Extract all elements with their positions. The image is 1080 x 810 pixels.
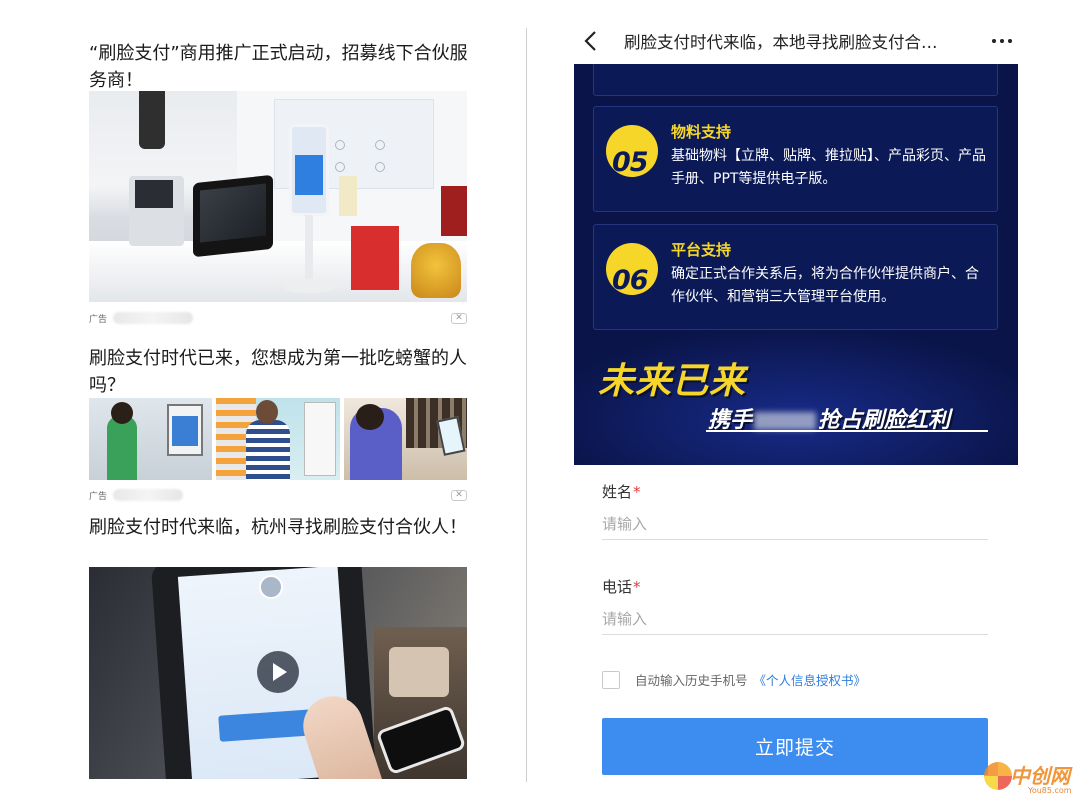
feed-post-title-3[interactable]: 刷脸支付时代来临，杭州寻找刷脸支付合伙人！ (89, 514, 474, 541)
card-heading: 平台支持 (671, 241, 732, 259)
support-card-platform: 06 平台支持 确定正式合作关系后，将为合作伙伴提供商户、合作伙伴、和营销三大管… (593, 224, 998, 330)
watermark-logo-icon (984, 762, 1012, 790)
panel-divider (526, 28, 527, 782)
auto-fill-checkbox[interactable] (602, 670, 620, 689)
post-image-customer-kiosk (89, 398, 213, 480)
name-label: 姓名* (602, 483, 641, 501)
face-pay-device (289, 124, 329, 216)
ad-info-row-1: 广告 ✕ (89, 311, 467, 325)
name-input[interactable] (602, 508, 988, 540)
feed-post-title-1[interactable]: “刷脸支付”商用推广正式启动，招募线下合伙服务商！ (89, 40, 474, 94)
number-badge: 06 (602, 243, 658, 303)
card-text: 确定正式合作关系后，将为合作伙伴提供商户、合作伙伴、和营销三大管理平台使用。 (671, 266, 979, 305)
post-image-store-customer (343, 398, 467, 480)
play-icon[interactable] (257, 651, 299, 693)
site-watermark: 中创网 You85.com (984, 758, 1072, 802)
card-heading: 物料支持 (671, 123, 732, 141)
lucky-cat-figure (411, 243, 461, 298)
more-options-icon[interactable] (988, 27, 1016, 55)
post-image-row[interactable] (89, 398, 467, 480)
phone-label: 电话* (602, 578, 641, 596)
nav-bar: 刷脸支付时代来临，本地寻找刷脸支付合… (554, 24, 1024, 58)
number-badge: 05 (602, 125, 658, 185)
auto-fill-text: 自动输入历史手机号 (635, 673, 748, 688)
submit-button[interactable]: 立即提交 (602, 718, 988, 775)
support-card-previous (593, 64, 998, 96)
ad-label: 广告 (89, 491, 108, 502)
promo-banner: 05 物料支持 基础物料【立牌、贴牌、推拉贴】、产品彩页、产品手册、PPT等提供… (574, 64, 1018, 465)
card-text: 基础物料【立牌、贴牌、推拉贴】、产品彩页、产品手册、PPT等提供电子版。 (671, 148, 986, 187)
slogan-sub: 携手 抢占刷脸红利 (706, 402, 988, 434)
slogan-main: 未来已来 (598, 361, 747, 402)
ad-close-icon[interactable]: ✕ (451, 489, 467, 501)
feed-post-title-2[interactable]: 刷脸支付时代已来，您想成为第一批吃螃蟹的人吗？ (89, 345, 474, 399)
post-image-kiosk-display[interactable] (89, 91, 467, 302)
ad-close-icon[interactable]: ✕ (451, 312, 467, 324)
back-icon[interactable] (576, 27, 604, 55)
post-video-thumbnail[interactable] (89, 567, 467, 779)
blurred-advertiser (113, 489, 184, 501)
blurred-advertiser (113, 312, 194, 324)
privacy-authorization-link[interactable]: 《个人信息授权书》 (754, 670, 867, 689)
landing-page: 刷脸支付时代来临，本地寻找刷脸支付合… 05 物料支持 基础物料【立牌、贴牌、推… (574, 0, 1018, 810)
ad-feed: “刷脸支付”商用推广正式启动，招募线下合伙服务商！ 广告 ✕ 刷脸支付时代已来，… (0, 0, 525, 810)
support-card-materials: 05 物料支持 基础物料【立牌、贴牌、推拉贴】、产品彩页、产品手册、PPT等提供… (593, 106, 998, 212)
nav-title: 刷脸支付时代来临，本地寻找刷脸支付合… (624, 33, 938, 52)
blurred-brand (754, 412, 817, 430)
ad-info-row-2: 广告 ✕ (89, 488, 467, 502)
auto-fill-consent-row: 自动输入历史手机号 《个人信息授权书》 (602, 670, 866, 689)
ad-label: 广告 (89, 314, 108, 325)
phone-input[interactable] (602, 603, 988, 635)
post-image-vending-machine (216, 398, 340, 480)
